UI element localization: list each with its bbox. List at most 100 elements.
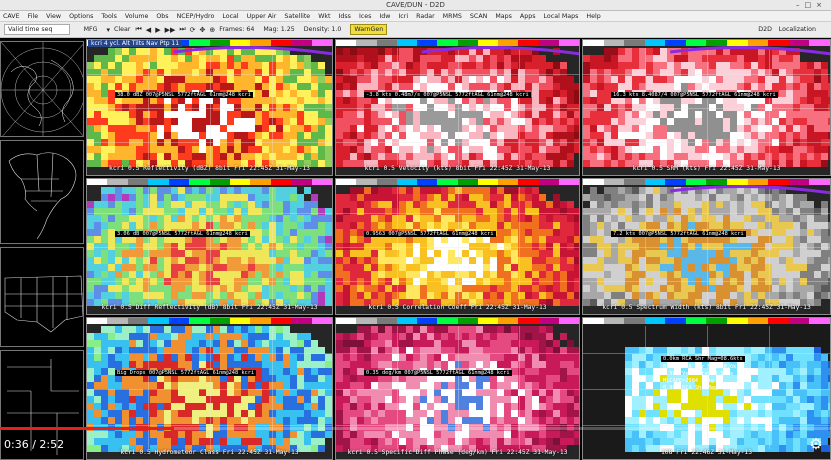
menu-idss[interactable]: Idss xyxy=(339,13,351,20)
product-label: kcri 0.5 Diff Reflectivity (dB) 8bit Fri… xyxy=(101,304,318,311)
window-title-bar: CAVE/DUN - D2D –□× xyxy=(0,0,831,11)
menu-apps[interactable]: Apps xyxy=(520,13,536,20)
d2d-perspective-button[interactable]: D2D xyxy=(758,26,772,33)
menu-upper-air[interactable]: Upper Air xyxy=(247,13,277,20)
video-progress-bar[interactable] xyxy=(0,427,831,430)
cursor-readout: 7.2 kts 007@P5NSL 5772ftAGL 61nm@248 kcr… xyxy=(611,231,746,237)
window-controls: –□× xyxy=(796,1,827,9)
menu-tools[interactable]: Tools xyxy=(101,13,117,20)
menu-icri[interactable]: Icri xyxy=(398,13,408,20)
menu-bar: CAVE File View Options Tools Volume Obs … xyxy=(0,11,831,22)
product-label: kcri 0.5 Hydrometeor Class Fri 22:45Z 31… xyxy=(120,449,299,456)
dropdown-arrow-icon[interactable]: ▾ xyxy=(107,26,111,34)
zoom-icon[interactable]: ⊕ xyxy=(209,26,215,34)
menu-local-maps[interactable]: Local Maps xyxy=(544,13,579,20)
menu-wkt[interactable]: Wkt xyxy=(318,13,330,20)
product-label: kcri 0.5 Correlation Coeff Fri 22:45Z 31… xyxy=(368,304,547,311)
menu-idw[interactable]: Idw xyxy=(379,13,390,20)
step-forward-icon[interactable]: ▶▶ xyxy=(165,26,176,34)
radar-pane-8[interactable]: 0.35 deg/km 007@P5NSL 5772ftAGL 61nm@248… xyxy=(335,317,580,460)
play-icon[interactable]: ▶ xyxy=(155,26,160,34)
thumbnail-sidebar xyxy=(0,39,84,460)
product-label: kcri 0.5 Reflectivity (dBZ) 8bit Fri 22:… xyxy=(109,165,310,172)
menu-file[interactable]: File xyxy=(28,13,39,20)
radar-pane-9[interactable]: 0.0km RCA Shr Mag=08.6kts 108 Fri 22:46Z … xyxy=(582,317,831,460)
thumbnail-conus[interactable] xyxy=(0,247,84,347)
product-label: kcri 0.5 Spectrum Width (kts) 8bit Fri 2… xyxy=(602,304,811,311)
gear-icon[interactable]: ⚙ xyxy=(808,436,824,452)
radar-field xyxy=(583,184,830,314)
menu-help[interactable]: Help xyxy=(586,13,600,20)
cursor-readout: 16.3 kts 8.4087/4 007@P5NSL 5772ftAGL 61… xyxy=(611,92,778,98)
maximize-icon[interactable]: □ xyxy=(805,1,817,9)
radar-field xyxy=(336,324,579,459)
north-america-map-graphic xyxy=(8,152,77,240)
menu-view[interactable]: View xyxy=(46,13,61,20)
shear-legend-line: 0.5km Velocity=04.5kts xyxy=(663,371,734,377)
menu-mrms[interactable]: MRMS xyxy=(443,13,462,20)
cursor-readout: 0.35 deg/km 007@P5NSL 5772ftAGL 61nm@248… xyxy=(364,370,512,376)
time-sequence-select[interactable]: Valid time seq xyxy=(4,24,70,35)
menu-scan[interactable]: SCAN xyxy=(470,13,487,20)
conus-map-graphic xyxy=(4,275,83,333)
product-label: kcri 0.5 Specific Diff Phase (deg/km) Fr… xyxy=(347,449,568,456)
menu-local[interactable]: Local xyxy=(222,13,238,20)
cursor-readout: -3.8 kts 0.48m7/s 007@P5NSL 5772ftAGL 61… xyxy=(364,92,531,98)
first-frame-icon[interactable]: ⏮ xyxy=(135,25,141,34)
radar-pane-6[interactable]: 7.2 kts 007@P5NSL 5772ftAGL 61nm@248 kcr… xyxy=(582,178,831,315)
close-icon[interactable]: × xyxy=(816,1,827,9)
magnification-control[interactable]: Mag: 1.25 xyxy=(263,26,294,33)
menu-radar[interactable]: Radar xyxy=(416,13,435,20)
video-time: 0:36 / 2:52 xyxy=(4,438,65,451)
radar-panes: 38.0 dBZ 007@P5NSL 5772ftAGL 61nm@248 kc… xyxy=(86,39,831,460)
pan-icon[interactable]: ✥ xyxy=(200,26,206,34)
editor-tab[interactable]: kcri 4 ycl. Alt Tilts Nav Ptp 11 xyxy=(88,40,183,47)
window-title: CAVE/DUN - D2D xyxy=(386,1,445,9)
menu-obs[interactable]: Obs xyxy=(156,13,168,20)
shear-legend-line: MLCAPE=2984 J/kg xyxy=(663,378,715,384)
radar-field xyxy=(87,324,332,459)
shear-legend-line: 0.8km RCA Shr Mag xyxy=(663,385,718,391)
radar-field xyxy=(336,185,579,314)
menu-maps[interactable]: Maps xyxy=(495,13,512,20)
density-control[interactable]: Density: 1.0 xyxy=(304,26,342,33)
cursor-readout: 38.0 dBZ 007@P5NSL 5772ftAGL 61nm@248 kc… xyxy=(115,92,253,98)
toolbar: Valid time seq MFG ▾ Clear ⏮ ◀ ▶ ▶▶ ⏭ ⟳ … xyxy=(0,22,831,38)
mode-label[interactable]: MFG xyxy=(84,26,98,33)
cursor-readout: Big Drops 007@P5NSL 5772ftAGL 61nm@248 k… xyxy=(115,370,257,376)
thumbnail-polar-map[interactable] xyxy=(0,41,84,137)
clear-button[interactable]: Clear xyxy=(114,26,130,33)
radar-pane-7[interactable]: Big Drops 007@P5NSL 5772ftAGL 61nm@248 k… xyxy=(86,317,333,460)
menu-options[interactable]: Options xyxy=(69,13,93,20)
shear-legend-line: 0.5km RCA Shr Mag=08.6kts xyxy=(663,364,743,370)
cursor-readout: 3.06 dB 007@P5NSL 5772ftAGL 61nm@248 kcr… xyxy=(115,231,250,237)
frames-control[interactable]: Frames: 64 xyxy=(219,26,254,33)
step-back-icon[interactable]: ◀ xyxy=(146,26,151,34)
menu-ices[interactable]: Ices xyxy=(359,13,371,20)
product-label: 108 Fri 22:46Z 31-May-13 xyxy=(661,449,752,456)
product-label: kcri 0.5 Velocity (kts) 8bit Fri 22:45Z … xyxy=(364,165,551,172)
warngen-button[interactable]: WarnGen xyxy=(350,24,388,35)
thumbnail-north-america[interactable] xyxy=(0,140,84,244)
menu-cave[interactable]: CAVE xyxy=(3,13,20,20)
radar-field xyxy=(87,185,332,314)
cursor-readout: 0.0km RCA Shr Mag=08.6kts xyxy=(661,356,745,362)
video-progress-fill xyxy=(0,427,174,430)
last-frame-icon[interactable]: ⏭ xyxy=(179,25,185,34)
product-label: kcri 0.5 SRM (kts) Fri 22:45Z 31-May-13 xyxy=(632,165,781,172)
polar-map-graphic xyxy=(1,42,83,136)
radar-field xyxy=(336,45,579,175)
menu-ncep-hydro[interactable]: NCEP/Hydro xyxy=(177,13,215,20)
radar-pane-4[interactable]: 3.06 dB 007@P5NSL 5772ftAGL 61nm@248 kcr… xyxy=(86,178,333,315)
radar-pane-3[interactable]: 16.3 kts 8.4087/4 007@P5NSL 5772ftAGL 61… xyxy=(582,39,831,176)
loop-icon[interactable]: ⟳ xyxy=(190,26,196,34)
localization-perspective-button[interactable]: Localization xyxy=(779,26,816,33)
menu-volume[interactable]: Volume xyxy=(125,13,148,20)
cursor-readout: 0.9563 007@P5NSL 5772ftAGL 61nm@248 kcri xyxy=(364,231,496,237)
radar-field xyxy=(583,45,830,175)
radar-pane-5[interactable]: 0.9563 007@P5NSL 5772ftAGL 61nm@248 kcri… xyxy=(335,178,580,315)
minimize-icon[interactable]: – xyxy=(796,1,805,9)
radar-pane-2[interactable]: -3.8 kts 0.48m7/s 007@P5NSL 5772ftAGL 61… xyxy=(335,39,580,176)
menu-satellite[interactable]: Satellite xyxy=(284,13,310,20)
radar-pane-1[interactable]: 38.0 dBZ 007@P5NSL 5772ftAGL 61nm@248 kc… xyxy=(86,39,333,176)
